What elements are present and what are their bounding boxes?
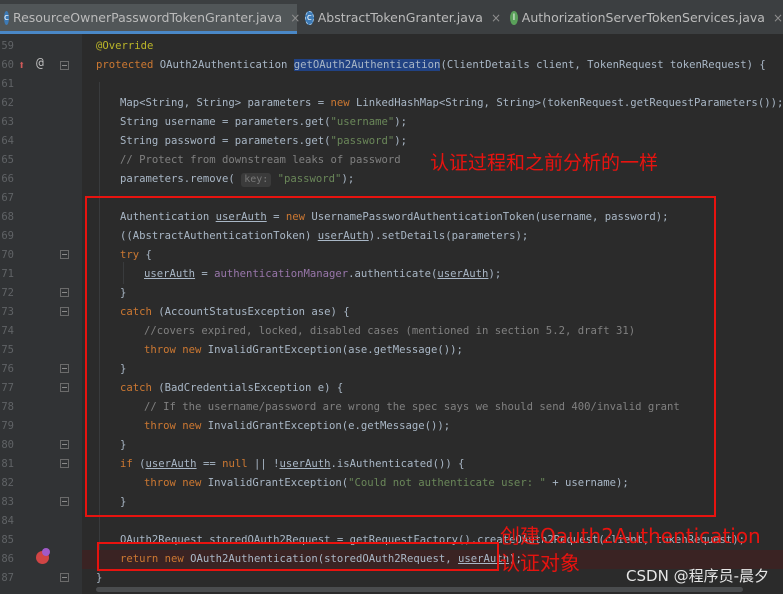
line-number: 64 bbox=[1, 135, 14, 147]
tab-authorization-server-token-services[interactable]: I AuthorizationServerTokenServices.java … bbox=[506, 4, 783, 31]
code-line-62[interactable]: Map<String, String> parameters = new Lin… bbox=[120, 94, 783, 113]
code-token: "password" bbox=[330, 135, 395, 147]
code-token: } bbox=[96, 572, 103, 584]
editor-tab-bar: c ResourceOwnerPasswordTokenGranter.java… bbox=[0, 0, 783, 34]
code-token: String password = parameters.get( bbox=[120, 135, 331, 147]
line-number: 63 bbox=[1, 116, 14, 128]
line-number: 85 bbox=[1, 534, 14, 546]
line-number: 60 bbox=[1, 59, 14, 71]
line-number: 74 bbox=[1, 325, 14, 337]
annotation-note-1: 认证过程和之前分析的一样 bbox=[430, 152, 659, 174]
line-number: 77 bbox=[1, 382, 14, 394]
tab-label: AbstractTokenGranter.java bbox=[317, 10, 483, 25]
code-token: "username" bbox=[330, 116, 395, 128]
code-line-65[interactable]: // Protect from downstream leaks of pass… bbox=[120, 151, 401, 170]
line-number: 78 bbox=[1, 401, 14, 413]
fold-toggle-icon[interactable] bbox=[60, 440, 69, 449]
java-abstract-class-icon: c bbox=[305, 10, 314, 25]
fold-toggle-icon[interactable] bbox=[60, 250, 69, 259]
line-number: 82 bbox=[1, 477, 14, 489]
line-number: 66 bbox=[1, 173, 14, 185]
line-number: 84 bbox=[1, 515, 14, 527]
code-token: new bbox=[330, 97, 350, 109]
tab-resource-owner-password-token-granter[interactable]: c ResourceOwnerPasswordTokenGranter.java… bbox=[0, 4, 300, 31]
code-line-60[interactable]: protected OAuth2Authentication getOAuth2… bbox=[96, 56, 766, 75]
line-number: 70 bbox=[1, 249, 14, 261]
horizontal-scrollbar[interactable] bbox=[96, 587, 743, 592]
fold-toggle-icon[interactable] bbox=[60, 307, 69, 316]
fold-toggle-icon[interactable] bbox=[60, 383, 69, 392]
line-number: 71 bbox=[1, 268, 14, 280]
line-number: 61 bbox=[1, 78, 14, 90]
annotation-note-2-line1: 创建Oauth2Authentication bbox=[500, 524, 761, 548]
code-comment: // Protect from downstream leaks of pass… bbox=[120, 154, 401, 166]
line-number: 65 bbox=[1, 154, 14, 166]
code-line-59[interactable]: @Override bbox=[96, 37, 153, 56]
line-number: 80 bbox=[1, 439, 14, 451]
close-icon[interactable]: × bbox=[491, 11, 501, 25]
line-number: 72 bbox=[1, 287, 14, 299]
java-class-icon: c bbox=[4, 10, 9, 25]
code-line-64[interactable]: String password = parameters.get("passwo… bbox=[120, 132, 407, 151]
code-token: Map<String, String> parameters = bbox=[120, 97, 331, 109]
close-icon[interactable]: × bbox=[290, 11, 300, 25]
code-token: LinkedHashMap<String, String>(tokenReque… bbox=[349, 97, 783, 109]
code-token: ); bbox=[341, 173, 355, 185]
fold-toggle-icon[interactable] bbox=[60, 497, 69, 506]
annotation-box-authenticate bbox=[85, 196, 716, 517]
code-token: parameters.remove( bbox=[120, 173, 242, 185]
code-token: String username = parameters.get( bbox=[120, 116, 331, 128]
parameter-hint: key: bbox=[241, 173, 272, 187]
line-number: 59 bbox=[1, 40, 14, 52]
line-number: 83 bbox=[1, 496, 14, 508]
fold-toggle-icon[interactable] bbox=[60, 573, 69, 582]
line-number: 75 bbox=[1, 344, 14, 356]
code-line-63[interactable]: String username = parameters.get("userna… bbox=[120, 113, 407, 132]
code-token: OAuth2Authentication bbox=[153, 59, 294, 71]
tab-label: ResourceOwnerPasswordTokenGranter.java bbox=[12, 10, 283, 25]
line-number: 81 bbox=[1, 458, 14, 470]
code-token: protected bbox=[96, 59, 154, 71]
tab-label: AuthorizationServerTokenServices.java bbox=[521, 10, 765, 25]
fold-toggle-icon[interactable] bbox=[60, 288, 69, 297]
step-marker-icon bbox=[42, 548, 50, 556]
annotation-note-2-line2: 认证对象 bbox=[500, 551, 580, 575]
annotation-box-return bbox=[97, 542, 499, 571]
code-token: @Override bbox=[96, 40, 154, 52]
code-token: (ClientDetails client, TokenRequest toke… bbox=[440, 59, 766, 71]
code-line-87[interactable]: } bbox=[96, 569, 102, 588]
tab-abstract-token-granter[interactable]: c AbstractTokenGranter.java × bbox=[301, 4, 501, 31]
watermark: CSDN @程序员-晨夕 bbox=[626, 567, 769, 585]
override-method-icon[interactable]: ⬆ bbox=[18, 59, 25, 71]
code-token: ); bbox=[394, 116, 408, 128]
fold-toggle-icon[interactable] bbox=[60, 364, 69, 373]
line-number: 67 bbox=[1, 192, 14, 204]
line-number: 69 bbox=[1, 230, 14, 242]
line-number: 76 bbox=[1, 363, 14, 375]
annotation-at-icon[interactable]: @ bbox=[36, 57, 44, 70]
code-token: "password" bbox=[271, 173, 342, 185]
fold-toggle-icon[interactable] bbox=[60, 459, 69, 468]
close-icon[interactable]: × bbox=[773, 11, 783, 25]
line-number: 87 bbox=[1, 572, 14, 584]
line-number: 68 bbox=[1, 211, 14, 223]
line-number: 86 bbox=[1, 553, 14, 565]
line-number: 79 bbox=[1, 420, 14, 432]
java-interface-icon: I bbox=[510, 10, 518, 25]
code-token: ); bbox=[394, 135, 408, 147]
line-number: 73 bbox=[1, 306, 14, 318]
fold-toggle-icon[interactable] bbox=[60, 61, 69, 70]
code-line-66[interactable]: parameters.remove( key: "password"); bbox=[120, 170, 354, 189]
method-name-highlight: getOAuth2Authentication bbox=[293, 59, 441, 71]
line-number: 62 bbox=[1, 97, 14, 109]
